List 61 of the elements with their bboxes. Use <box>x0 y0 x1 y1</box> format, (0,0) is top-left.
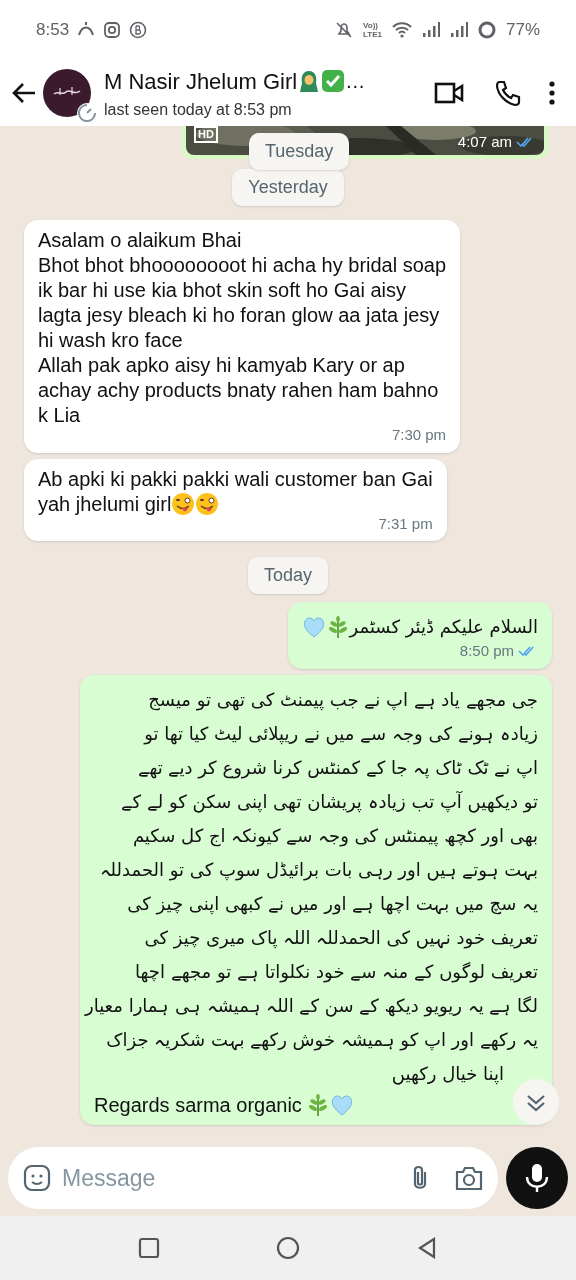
hd-badge: HD <box>194 126 218 143</box>
message-time: 8:50 pm <box>459 641 514 661</box>
recents-icon[interactable] <box>138 1237 160 1259</box>
sticker-icon[interactable] <box>22 1163 52 1193</box>
last-seen-text: last seen today at 8:53 pm <box>104 99 293 120</box>
scroll-down-button[interactable] <box>512 1078 560 1126</box>
message-text: اپ نے ٹک ٹاک پہ جا کے کمنٹس کرنا شروع کر دیے تھے <box>138 755 538 781</box>
wifi-icon <box>391 22 412 38</box>
message-text: زیادہ ہونے کی وجہ سے میں نے ریپلائی لیٹ کیا تھا تو <box>144 721 538 747</box>
message-text: جی مجھے یاد ہے اپ نے جب پیمنٹ کی تھی تو میسج <box>148 687 538 713</box>
camera-icon[interactable] <box>454 1164 484 1192</box>
message-text: Bhot bhot bhoooooooot hi acha hy bridal soap <box>38 253 447 278</box>
message-text: بھی اور کچھ پیمنٹس کی وجہ سے کیونکہ اج کل سکیم <box>132 823 538 849</box>
message-composer[interactable]: Message <box>8 1147 498 1209</box>
network-type-label: Vo)) LTE1 <box>363 21 382 39</box>
message-text: hi wash kro face <box>38 328 183 353</box>
battery-ring-icon <box>477 21 496 39</box>
heart-icon <box>301 615 326 639</box>
message-text: بہت ہوتے ہیں اور رہی بات برائیڈل سوپ کی تو الحمدللہ <box>99 857 538 883</box>
voice-call-icon[interactable] <box>494 79 522 107</box>
back-icon[interactable] <box>416 1237 438 1259</box>
contact-name: M Nasir Jhelum Girl <box>104 67 298 96</box>
home-icon[interactable] <box>276 1236 300 1260</box>
more-options-icon[interactable] <box>548 79 556 107</box>
message-text: lagta jesy bleach ki ho foran glow aa jata jesy <box>38 303 440 328</box>
message-text: achay achy products bnaty rahen ham bahno <box>38 378 439 403</box>
message-text: یہ رکھے اور اپ کو ہمیشہ خوش رکھے بہت شکریہ جزاک <box>106 1027 538 1053</box>
signal-icon <box>421 22 440 38</box>
video-call-icon[interactable] <box>434 81 464 105</box>
date-pill: Today <box>247 557 328 594</box>
message-text: Regards sarma organic <box>94 1092 302 1118</box>
message-text: Asalam o alaikum Bhai <box>38 228 242 253</box>
message-text: k Lia <box>38 403 81 428</box>
status-time: 8:53 <box>36 19 70 42</box>
date-pill: Tuesday <box>249 133 350 170</box>
message-time: 7:30 pm <box>391 425 447 445</box>
emoji-icon <box>171 492 196 516</box>
instagram-icon <box>103 21 122 39</box>
message-text: لگا ہے یہ ریویو دیکھ کے سن کے اللہ ہمیشہ ہی ہمارا معیار <box>85 993 538 1019</box>
message-text: تعریف خود نہیں کی الحمدللہ اللہ پاک میری چیز کی <box>144 925 538 951</box>
message-time: 4:07 am <box>457 131 512 152</box>
message-text: تعریف لوگوں کے منہ سے خود نکلواتا ہے تو مجھے اچھا <box>135 959 538 985</box>
battery-percent: 77% <box>505 19 540 42</box>
emoji-icon <box>195 492 220 516</box>
message-text: Allah pak apko aisy hi kamyab Kary or ap <box>38 353 405 378</box>
ellipsis-text: … <box>345 69 366 94</box>
muted-bell-icon <box>335 21 353 39</box>
heart-icon <box>329 1092 354 1117</box>
signal-icon <box>449 22 468 38</box>
business-app-icon <box>129 21 148 39</box>
message-text: ik bar hi use kia bhot skin soft ho Gai aisy <box>38 278 406 303</box>
date-pill: Yesterday <box>232 169 344 206</box>
message-text: السلام علیکم ڈیئر کسٹمر <box>349 615 538 640</box>
checkmark-icon <box>321 69 346 93</box>
message-time: 7:31 pm <box>378 513 433 534</box>
message-text: یہ سچ میں بہت اچھا ہے اور میں نے کبھی اپنی چیز کی <box>127 891 538 917</box>
message-text: اپنا خیال رکھیں <box>391 1061 504 1087</box>
microphone-button[interactable] <box>506 1147 568 1209</box>
message-text: Ab apki ki pakki pakki wali customer ban Gai <box>38 466 433 492</box>
message-text: تو دیکھیں آپ تب زیادہ پریشان تھی اپنی سکن کو لے کے <box>121 789 538 815</box>
message-text: yah jhelumi girl <box>38 491 172 517</box>
